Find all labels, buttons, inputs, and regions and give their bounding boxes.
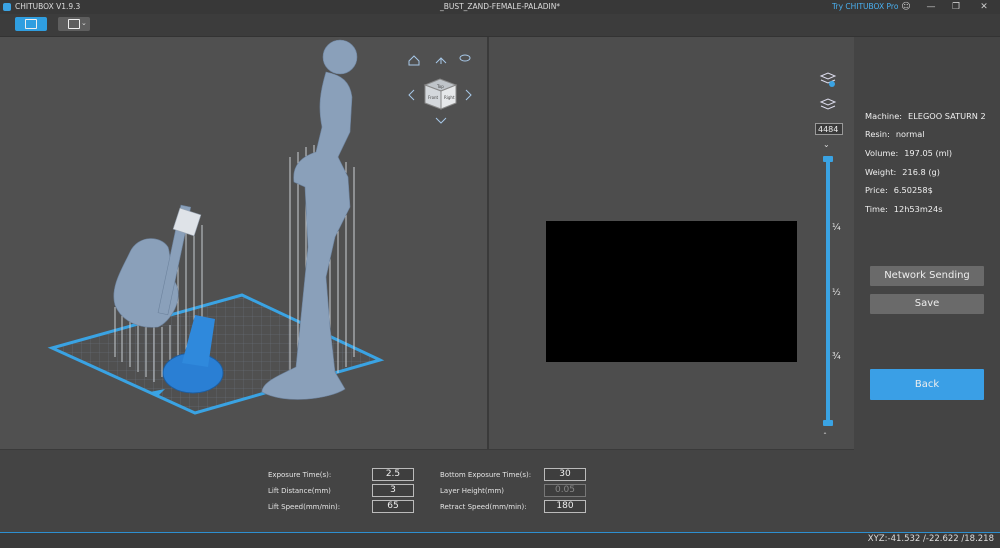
lift-distance-field[interactable]: 3 [372,484,414,497]
retract-speed-label: Retract Speed(mm/min): [440,503,527,511]
price-row: Price: 6.50258$ [865,185,933,195]
layer-slider-top-handle[interactable] [823,156,833,162]
3d-viewport[interactable]: Top Front Right [0,37,487,449]
layer-slider-bottom-handle[interactable] [823,420,833,426]
resin-value: normal [895,129,925,139]
layer-down-icon[interactable]: ⌄ [823,140,830,149]
exposure-time-field[interactable]: 2.5 [372,468,414,481]
layers-edit-icon[interactable] [819,98,837,110]
cube-face-top: Top [436,84,444,89]
layer-height-label: Layer Height(mm) [440,487,504,495]
slider-mark-half: ½ [832,288,841,298]
toolbar: ⌄ [0,14,1000,37]
restore-icon[interactable]: ❐ [950,1,962,13]
volume-row: Volume: 197.05 (ml) [865,148,953,158]
slice-preview-image [546,221,797,362]
user-icon[interactable]: ☺ [900,1,912,13]
xyz-coordinates: XYZ:-41.532 /-22.622 /18.218 [867,534,994,544]
print-options-button[interactable]: ⌄ [58,17,90,31]
folder-icon [25,19,37,29]
cube-face-right: Right [444,95,455,100]
open-file-button[interactable] [15,17,47,31]
print-params-panel: Exposure Time(s): 2.5 Bottom Exposure Ti… [0,449,854,533]
layer-slider-track[interactable] [826,160,830,424]
try-pro-link[interactable]: Try CHITUBOX Pro [832,2,898,11]
minimize-icon[interactable]: — [925,1,937,13]
bottom-exposure-field[interactable]: 30 [544,468,586,481]
close-icon[interactable]: ✕ [978,1,990,13]
network-sending-button[interactable]: Network Sending [870,266,984,286]
volume-value: 197.05 (ml) [904,148,953,158]
slider-mark-three-quarter: ¾ [832,352,841,362]
printer-icon [68,19,80,29]
weight-row: Weight: 216.8 (g) [865,167,940,177]
resin-row: Resin: normal [865,129,925,139]
save-button[interactable]: Save [870,294,984,314]
machine-value: ELEGOO SATURN 2 [908,111,986,121]
layer-height-field: 0.05 [544,484,586,497]
price-value: 6.50258$ [893,185,933,195]
info-panel: Machine: ELEGOO SATURN 2 Resin: normal Vol… [854,37,1000,532]
exposure-time-label: Exposure Time(s): [268,471,332,479]
chevron-down-icon: ⌄ [81,19,87,27]
lift-speed-label: Lift Speed(mm/min): [268,503,341,511]
time-row: Time: 12h53m24s [865,204,943,214]
retract-speed-field[interactable]: 180 [544,500,586,513]
lift-speed-field[interactable]: 65 [372,500,414,513]
scene-render: Top Front Right [47,39,472,415]
status-bar: XYZ:-41.532 /-22.622 /18.218 [0,532,1000,548]
lift-distance-label: Lift Distance(mm) [268,487,331,495]
cube-face-front: Front [428,95,439,100]
title-bar: CHITUBOX V1.9.3 _BUST_ZAND-FEMALE-PALADI… [0,0,1000,14]
machine-row: Machine: ELEGOO SATURN 2 [865,111,986,121]
view-cube[interactable]: Top Front Right [423,78,458,110]
layer-number-input[interactable]: 4484 [815,123,843,135]
layer-up-icon[interactable]: ˆ [823,432,827,441]
slider-mark-quarter: ¼ [832,223,841,233]
back-button[interactable]: Back [870,369,984,400]
layer-tools [819,72,837,110]
time-value: 12h53m24s [893,204,943,214]
weight-value: 216.8 (g) [902,167,940,177]
bottom-exposure-label: Bottom Exposure Time(s): [440,471,532,479]
